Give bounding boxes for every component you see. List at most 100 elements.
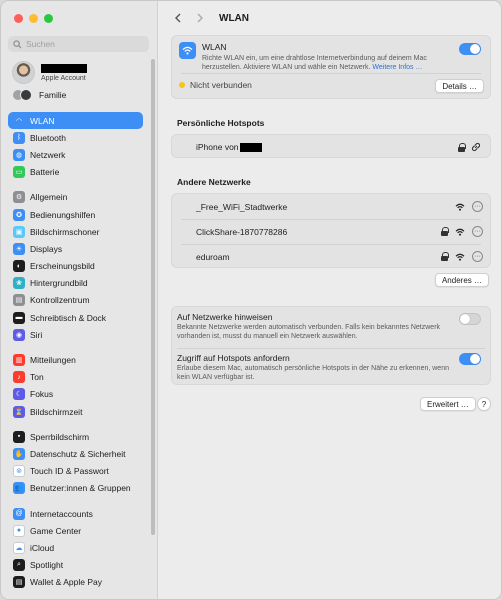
connection-status: Nicht verbunden <box>190 80 252 90</box>
battery-icon: ▭ <box>13 166 25 179</box>
zoom-button[interactable] <box>44 14 53 23</box>
sidebar-item-label: Batterie <box>30 167 60 178</box>
notify-networks-desc: Bekannte Netzwerke werden automatisch ve… <box>177 324 441 340</box>
search-field[interactable] <box>8 36 149 52</box>
sidebar-item-siri[interactable]: ◉ Siri <box>8 326 143 343</box>
sidebar-item-touch-id-passwort[interactable]: ⊚ Touch ID & Passwort <box>8 463 143 480</box>
sidebar-item-bildschirmschoner[interactable]: ▣ Bildschirmschoner <box>8 223 143 240</box>
notify-networks-title: Auf Netzwerke hinweisen <box>177 312 273 322</box>
sidebar-item-schreibtisch-dock[interactable]: ▬ Schreibtisch & Dock <box>8 309 143 326</box>
wallet-icon: ▤ <box>13 576 25 589</box>
sidebar-item-game-center[interactable]: ● Game Center <box>8 522 143 539</box>
sidebar-item-wlan[interactable]: ◠ WLAN <box>8 112 143 130</box>
more-options-icon[interactable]: ··· <box>472 226 483 237</box>
sidebar-item-mitteilungen[interactable]: ▥ Mitteilungen <box>8 351 143 368</box>
dock-icon: ▬ <box>13 311 25 324</box>
sidebar-item-fokus[interactable]: ☾ Fokus <box>8 386 143 403</box>
wlan-description-wrap: Richte WLAN ein, um eine drahtlose Inter… <box>202 54 452 72</box>
privacy-icon: ✋ <box>13 447 25 460</box>
main-pane: WLAN WLAN Richte WLAN ein, um eine draht… <box>159 1 501 599</box>
sidebar-item-displays[interactable]: ☀ Displays <box>8 240 143 257</box>
sidebar-item-erscheinungsbild[interactable]: ◐ Erscheinungsbild <box>8 258 143 275</box>
wlan-toggle[interactable] <box>459 43 481 55</box>
sidebar-item-ton[interactable]: ♪ Ton <box>8 369 143 386</box>
sidebar-item-label: Touch ID & Passwort <box>30 466 109 477</box>
family-item[interactable]: Familie <box>12 89 66 101</box>
sidebar-item-hintergrundbild[interactable]: ❀ Hintergrundbild <box>8 275 143 292</box>
sidebar-scrollbar[interactable] <box>151 59 155 535</box>
sidebar-item-bedienungshilfen[interactable]: ✪ Bedienungshilfen <box>8 206 143 223</box>
more-options-icon[interactable]: ··· <box>472 251 483 262</box>
sidebar-item-netzwerk[interactable]: ◍ Netzwerk <box>8 146 143 163</box>
sidebar-item-wallet-apple-pay[interactable]: ▤ Wallet & Apple Pay <box>8 574 143 591</box>
status-dot-icon <box>179 82 185 88</box>
sidebar-item-label: Benutzer:innen & Gruppen <box>30 483 131 494</box>
network-name: ClickShare-1870778286 <box>196 226 288 237</box>
sidebar-item-spotlight[interactable]: ⌕ Spotlight <box>8 557 143 574</box>
sidebar-item-batterie[interactable]: ▭ Batterie <box>8 164 143 181</box>
sidebar-item-bildschirmzeit[interactable]: ⌛ Bildschirmzeit <box>8 403 143 420</box>
sidebar-item-label: Schreibtisch & Dock <box>30 312 107 323</box>
network-row[interactable]: ClickShare-1870778286 ··· <box>172 219 490 244</box>
hotspot-access-desc: Erlaube diesem Mac, automatisch persönli… <box>177 365 449 381</box>
network-name: eduroam <box>196 251 230 262</box>
help-button[interactable]: ? <box>477 397 491 411</box>
hotspots-card: iPhone von <box>171 134 491 158</box>
sidebar-item-label: Bildschirmschoner <box>30 226 100 237</box>
minimize-button[interactable] <box>29 14 38 23</box>
sidebar-item-bluetooth[interactable]: ᛒ Bluetooth <box>8 129 143 146</box>
wlan-card: WLAN Richte WLAN ein, um eine drahtlose … <box>171 35 491 99</box>
control-center-icon: ▤ <box>13 294 25 307</box>
more-options-icon[interactable]: ··· <box>472 201 483 212</box>
forward-button[interactable] <box>193 11 207 25</box>
search-input[interactable] <box>26 39 146 49</box>
internet-accounts-icon: @ <box>13 507 25 520</box>
network-row[interactable]: eduroam ··· <box>172 244 490 269</box>
icloud-icon: ☁ <box>13 541 25 554</box>
sidebar-item-label: Game Center <box>30 525 82 536</box>
network-row[interactable]: _Free_WiFi_Stadtwerke ··· <box>172 194 490 219</box>
sidebar-item-datenschutz-sicherheit[interactable]: ✋ Datenschutz & Sicherheit <box>8 445 143 462</box>
close-button[interactable] <box>14 14 23 23</box>
sidebar-nav: ◠ WLAN ᛒ Bluetooth ◍ Netzwerk ▭ Batterie ⚙ Allgem… <box>8 112 143 591</box>
back-button[interactable] <box>171 11 185 25</box>
chevron-right-icon <box>197 13 203 23</box>
sidebar-item-label: Displays <box>30 243 63 254</box>
sound-icon: ♪ <box>13 371 25 384</box>
hotspot-access-toggle[interactable] <box>459 353 481 365</box>
wlan-app-icon <box>179 42 196 59</box>
sidebar-item-kontrollzentrum[interactable]: ▤ Kontrollzentrum <box>8 292 143 309</box>
display-icon: ☀ <box>13 242 25 255</box>
other-networks-title: Andere Netzwerke <box>177 177 251 187</box>
sidebar-item-label: Datenschutz & Sicherheit <box>30 448 126 459</box>
game-center-icon: ● <box>13 524 25 537</box>
screen-time-icon: ⌛ <box>13 405 25 418</box>
other-network-button[interactable]: Anderes … <box>434 273 489 287</box>
spotlight-icon: ⌕ <box>13 559 25 572</box>
sidebar-item-allgemein[interactable]: ⚙ Allgemein <box>8 189 143 206</box>
sidebar-item-benutzer-innen-gruppen[interactable]: 👥 Benutzer:innen & Gruppen <box>8 480 143 497</box>
accessibility-icon: ✪ <box>13 208 25 221</box>
sidebar-item-sperrbildschirm[interactable]: ▪ Sperrbildschirm <box>8 428 143 445</box>
appearance-icon: ◐ <box>13 260 25 273</box>
family-label: Familie <box>39 90 67 100</box>
sidebar-item-internetaccounts[interactable]: @ Internetaccounts <box>8 505 143 522</box>
divider <box>177 348 485 349</box>
hotspot-row[interactable]: iPhone von <box>196 142 501 152</box>
wifi-signal-icon <box>455 253 465 261</box>
more-info-link[interactable]: Weitere Infos … <box>372 64 422 71</box>
gear-icon: ⚙ <box>13 191 25 204</box>
screensaver-icon: ▣ <box>13 225 25 238</box>
sidebar-item-icloud[interactable]: ☁ iCloud <box>8 539 143 556</box>
advanced-button[interactable]: Erweitert … <box>420 397 476 411</box>
sidebar-item-label: Wallet & Apple Pay <box>30 577 102 588</box>
sidebar-item-label: Siri <box>30 329 43 340</box>
network-name: _Free_WiFi_Stadtwerke <box>196 201 288 212</box>
sidebar-item-label: Mitteilungen <box>30 355 76 366</box>
notify-networks-toggle[interactable] <box>459 313 481 325</box>
details-button[interactable]: Details … <box>435 79 484 93</box>
sidebar-item-label: Hintergrundbild <box>30 278 88 289</box>
apple-account-item[interactable]: Apple Account <box>12 61 87 84</box>
